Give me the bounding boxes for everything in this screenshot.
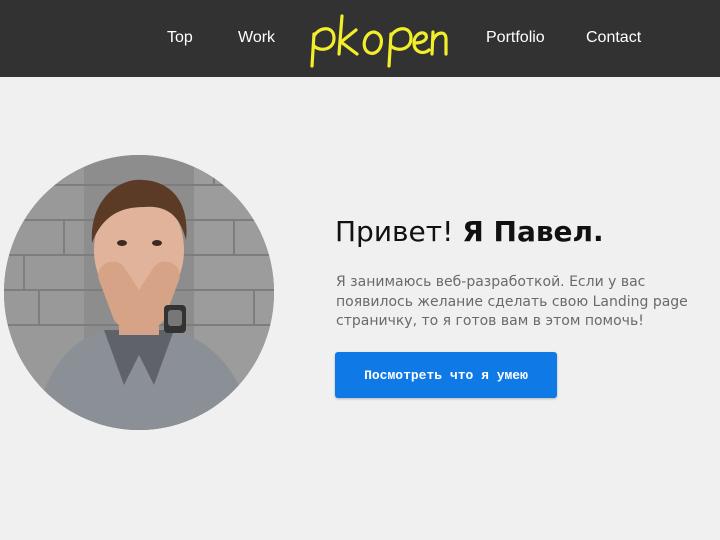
logo[interactable] — [310, 10, 450, 70]
nav-link-portfolio[interactable]: Portfolio — [486, 28, 545, 48]
hero-name: Я Павел. — [462, 215, 604, 248]
nav-link-work[interactable]: Work — [238, 28, 275, 48]
profile-photo — [4, 155, 274, 430]
hero-title: Привет! Я Павел. — [335, 212, 604, 252]
view-work-button[interactable]: Посмотреть что я умею — [335, 352, 557, 398]
hero-greeting: Привет! — [335, 215, 454, 248]
nav-link-contact[interactable]: Contact — [586, 28, 641, 48]
hero-description: Я занимаюсь веб-разработкой. Если у вас … — [336, 274, 688, 329]
navbar: Top Work Portfolio Contact — [0, 0, 720, 77]
nav-link-top[interactable]: Top — [167, 28, 193, 48]
